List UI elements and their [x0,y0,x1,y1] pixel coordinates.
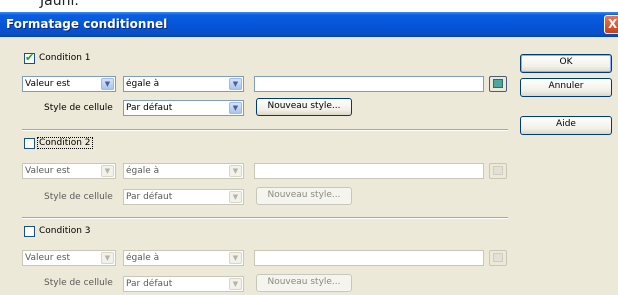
condition-3-style-select: Par défaut ▼ [123,276,244,292]
condition-3-checkbox[interactable] [24,226,35,237]
check-icon: ✔ [25,51,35,64]
condition-1-checkbox[interactable]: ✔ [24,51,35,64]
help-button[interactable]: Aide [520,116,612,135]
condition-1-operator-select[interactable]: égale à ▼ [123,76,244,92]
condition-3-style-value: Par défaut [126,279,173,289]
background-text: Jauni. [40,0,79,9]
condition-3-new-style-button: Nouveau style... [256,274,352,292]
condition-1-value-type: Valeur est [25,79,71,89]
close-button[interactable]: X [604,15,618,34]
condition-1-new-style-button[interactable]: Nouveau style... [256,98,352,116]
shrink-dialog-icon [493,79,503,88]
condition-2-value-type: Valeur est [25,166,71,176]
chevron-down-icon: ▼ [229,102,242,114]
separator-1 [22,129,508,131]
condition-3-operator-select: égale à ▼ [123,250,244,266]
chevron-down-icon: ▼ [229,252,242,264]
condition-3-operator: égale à [126,253,160,263]
help-label: Aide [556,119,576,129]
condition-1-style-select[interactable]: Par défaut ▼ [123,100,244,116]
conditional-formatting-dialog: Formatage conditionnel X ✔ Condition 1 V… [0,12,618,295]
condition-2-style-select: Par défaut ▼ [123,189,244,205]
chevron-down-icon: ▼ [229,278,242,290]
condition-2-new-style-label: Nouveau style... [267,190,341,200]
close-icon: X [608,17,618,31]
condition-1-value-type-select[interactable]: Valeur est ▼ [22,76,116,92]
condition-2-value-input [254,163,484,179]
cancel-label: Annuler [548,81,584,91]
chevron-down-icon: ▼ [229,78,242,90]
condition-2-picker-button [489,163,507,179]
condition-2-operator-select: égale à ▼ [123,163,244,179]
condition-3-new-style-label: Nouveau style... [267,277,341,287]
condition-2-label[interactable]: Condition 2 [37,137,93,149]
condition-1-style-label: Style de cellule [44,103,113,113]
chevron-down-icon: ▼ [101,78,114,90]
condition-3-value-input [254,250,484,266]
chevron-down-icon: ▼ [229,191,242,203]
cancel-button[interactable]: Annuler [520,78,612,97]
condition-2-new-style-button: Nouveau style... [256,187,352,205]
dialog-title: Formatage conditionnel [6,17,168,31]
condition-2-style-value: Par défaut [126,192,173,202]
condition-1-picker-button[interactable] [489,76,507,92]
condition-2-value-type-select: Valeur est ▼ [22,163,116,179]
condition-3-style-label: Style de cellule [44,278,113,288]
condition-1-value-input[interactable] [254,76,484,92]
ok-label: OK [559,57,573,67]
separator-2 [22,217,508,219]
ok-button[interactable]: OK [520,54,612,73]
shrink-dialog-icon [493,253,503,262]
condition-3-value-type-select: Valeur est ▼ [22,250,116,266]
chevron-down-icon: ▼ [101,165,114,177]
condition-3-value-type: Valeur est [25,253,71,263]
chevron-down-icon: ▼ [229,165,242,177]
chevron-down-icon: ▼ [101,252,114,264]
condition-2-style-label: Style de cellule [44,192,113,202]
condition-1-label[interactable]: Condition 1 [39,53,91,63]
background-text-strip: Jauni. [0,0,618,12]
shrink-dialog-icon [493,166,503,175]
condition-1-style-value: Par défaut [126,103,173,113]
condition-2-checkbox[interactable] [24,138,35,149]
condition-2-operator: égale à [126,166,160,176]
condition-3-picker-button [489,250,507,266]
condition-1-new-style-label: Nouveau style... [267,101,341,111]
condition-1-operator: égale à [126,79,160,89]
condition-3-label[interactable]: Condition 3 [39,226,91,236]
title-bar[interactable]: Formatage conditionnel X [0,12,618,37]
